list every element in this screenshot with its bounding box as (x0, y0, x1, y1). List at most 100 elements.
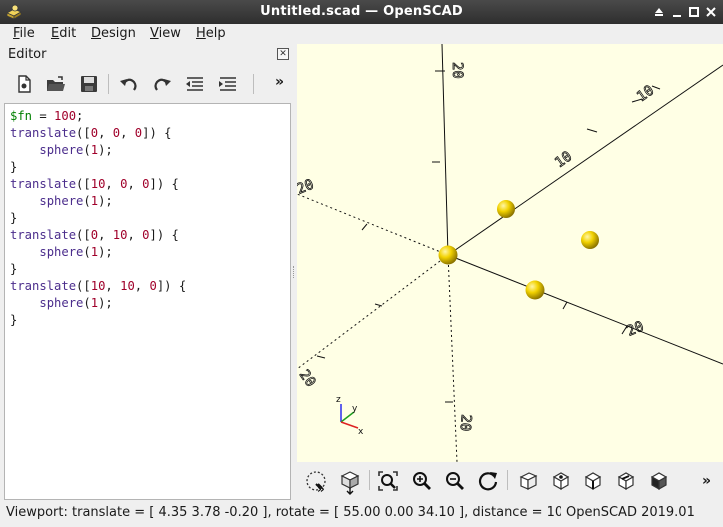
maximize-icon[interactable] (686, 4, 702, 20)
close-icon[interactable] (703, 4, 719, 20)
code-token: 0 (90, 228, 99, 242)
menu-help[interactable]: Help (196, 26, 226, 41)
code-token: 0 (112, 126, 121, 140)
open-file-icon[interactable] (45, 73, 67, 95)
undo-icon[interactable] (118, 73, 140, 95)
code-editor[interactable]: $fn = 100; translate([0, 0, 0]) { sphere(… (4, 103, 291, 500)
y-axis-negative (297, 254, 449, 370)
code-token: sphere (39, 143, 84, 157)
view-top-icon[interactable] (550, 470, 572, 492)
code-line[interactable]: sphere(1); (10, 193, 290, 210)
view-bottom-icon[interactable] (582, 470, 604, 492)
code-token: 10 (90, 177, 106, 191)
reset-view-icon[interactable] (477, 470, 499, 492)
view-all-icon[interactable] (377, 470, 399, 492)
title-bar: Untitled.scad — OpenSCAD (0, 0, 723, 24)
redo-icon[interactable] (151, 73, 173, 95)
editor-dock-title: Editor (8, 47, 47, 62)
code-token: sphere (39, 296, 84, 310)
code-token: ( (83, 143, 91, 157)
x-axis-positive (447, 254, 723, 365)
code-line[interactable]: sphere(1); (10, 244, 290, 261)
code-line[interactable]: } (10, 159, 290, 176)
code-token: 10 (120, 279, 135, 293)
code-line[interactable]: translate([0, 10, 0]) { (10, 227, 290, 244)
code-token: , (120, 126, 135, 140)
viewbar-overflow-button[interactable]: » (702, 473, 711, 489)
tick-label-x-20: 20 (625, 319, 647, 340)
code-line[interactable]: $fn = 100; (10, 108, 290, 125)
save-icon[interactable] (78, 73, 100, 95)
restore-icon[interactable] (651, 4, 667, 20)
code-token: 0 (90, 126, 99, 140)
code-token: , (105, 279, 121, 293)
viewbar-separator (369, 470, 370, 490)
sphere-origin (438, 245, 458, 265)
minimize-icon[interactable] (669, 4, 685, 20)
axis-ticks (316, 70, 661, 403)
code-token: ([ (76, 279, 91, 293)
tick-label-y-20: 10 (552, 149, 575, 172)
window-title: Untitled.scad — OpenSCAD (260, 4, 463, 19)
viewport-status: Viewport: translate = [ 4.35 3.78 -0.20 … (6, 505, 561, 520)
code-token: 10 (90, 279, 106, 293)
code-token: } (10, 262, 18, 276)
menu-design[interactable]: Design (91, 26, 136, 41)
code-token: ([ (76, 177, 91, 191)
code-token: , (134, 279, 150, 293)
code-token: , (127, 228, 143, 242)
code-token: ]) { (149, 177, 179, 191)
code-token: sphere (39, 194, 84, 208)
3d-viewport[interactable]: 20 10 10 20 20 20 20 z y x (297, 44, 723, 462)
tick-label-x-neg: 20 (297, 177, 316, 198)
code-line[interactable]: } (10, 261, 290, 278)
code-line[interactable]: sphere(1); (10, 295, 290, 312)
code-line[interactable]: } (10, 312, 290, 329)
code-token: 100 (54, 109, 77, 123)
menu-bar: File Edit Design View Help (0, 24, 723, 44)
code-token: 1 (90, 245, 99, 259)
render-icon[interactable] (338, 469, 362, 495)
preview-icon[interactable]: » (305, 470, 329, 494)
code-token: ( (83, 194, 91, 208)
code-token: ([ (76, 126, 91, 140)
code-line[interactable]: translate([0, 0, 0]) { (10, 125, 290, 142)
code-token: translate (10, 177, 77, 191)
axis-label-z: z (336, 395, 341, 405)
new-file-icon[interactable] (13, 73, 35, 95)
indent-icon[interactable] (217, 73, 239, 95)
code-token: 1 (90, 296, 99, 310)
view-left-icon[interactable] (615, 470, 637, 492)
dock-close-icon[interactable]: ✕ (277, 48, 289, 60)
code-token: ); (98, 245, 113, 259)
code-line[interactable]: sphere(1); (10, 142, 290, 159)
code-line[interactable]: translate([10, 10, 0]) { (10, 278, 290, 295)
viewbar-separator (507, 470, 508, 490)
version-label: OpenSCAD 2019.01 (566, 505, 695, 520)
unindent-icon[interactable] (184, 73, 206, 95)
code-token: ]) { (142, 126, 172, 140)
view-front-icon[interactable] (648, 470, 670, 492)
axes-indicator: z y x (336, 395, 364, 437)
zoom-in-icon[interactable] (411, 470, 433, 492)
status-bar: Viewport: translate = [ 4.35 3.78 -0.20 … (0, 502, 723, 527)
splitter-handle[interactable] (293, 266, 295, 278)
tick-label-z-neg: 20 (457, 414, 474, 432)
code-token: ([ (76, 228, 91, 242)
menu-edit[interactable]: Edit (51, 26, 76, 41)
editor-toolbar-overflow-button[interactable]: » (275, 74, 284, 90)
code-token: ); (98, 296, 113, 310)
code-token: , (98, 126, 113, 140)
axis-label-y: y (352, 404, 358, 414)
code-line[interactable]: } (10, 210, 290, 227)
view-right-icon[interactable] (517, 470, 539, 492)
code-line[interactable]: translate([10, 0, 0]) { (10, 176, 290, 193)
tick-label-y-10: 10 (634, 83, 657, 106)
tick-label-y-neg: 20 (297, 367, 318, 390)
code-token: } (10, 160, 18, 174)
menu-file[interactable]: File (13, 26, 35, 41)
zoom-out-icon[interactable] (444, 470, 466, 492)
code-token: = (32, 109, 55, 123)
menu-view[interactable]: View (150, 26, 181, 41)
